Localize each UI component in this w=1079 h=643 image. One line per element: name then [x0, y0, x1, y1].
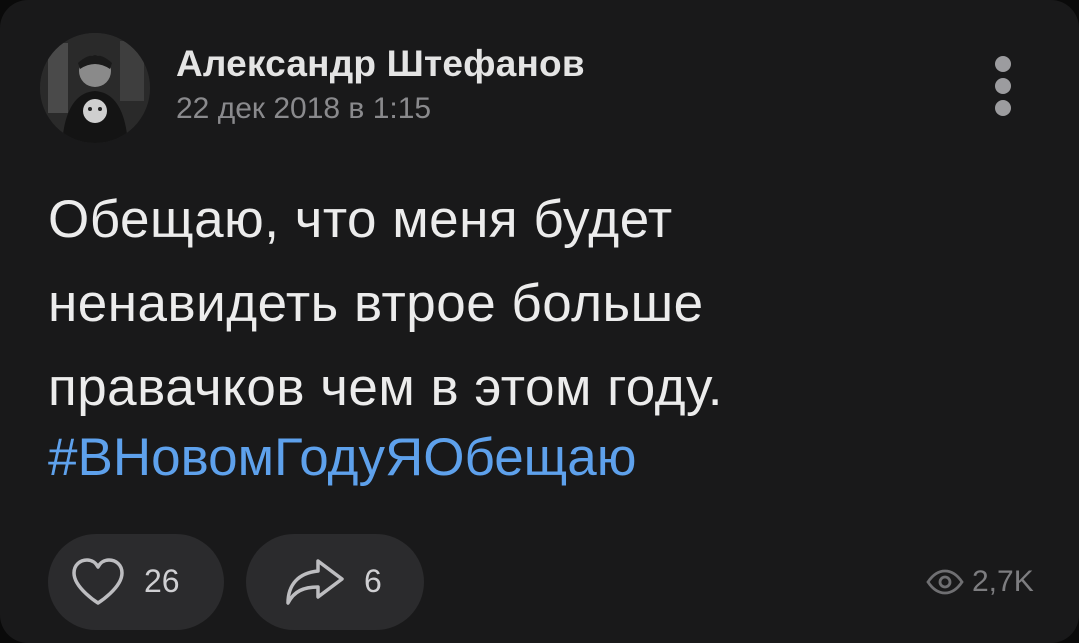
share-button[interactable]: 6 — [246, 534, 424, 630]
author-name[interactable]: Александр Штефанов — [176, 43, 585, 85]
post-date: 22 дек 2018 в 1:15 — [176, 92, 432, 125]
more-vertical-icon — [995, 56, 1011, 72]
post-card: Александр Штефанов 22 дек 2018 в 1:15 Об… — [0, 0, 1079, 643]
post-text-line: правачков чем в этом году. — [48, 358, 723, 417]
views-count: 2,7K — [972, 565, 1034, 598]
hashtag-link[interactable]: #ВНовомГодуЯОбещаю — [48, 428, 637, 488]
heart-icon — [72, 558, 124, 605]
post-text-line: Обещаю, что меня будет — [48, 190, 673, 249]
more-vertical-icon-dot — [995, 100, 1011, 116]
post-text: Обещаю, что меня будет ненавидеть втрое … — [48, 178, 1048, 430]
post-text-line: ненавидеть втрое больше — [48, 274, 704, 333]
share-arrow-icon — [286, 559, 344, 605]
like-button[interactable]: 26 — [48, 534, 224, 630]
more-vertical-icon-dot — [995, 78, 1011, 94]
author-avatar[interactable] — [40, 33, 150, 143]
more-options-button[interactable] — [985, 56, 1021, 116]
eye-icon — [926, 569, 964, 595]
avatar-photo — [40, 33, 150, 143]
share-count: 6 — [364, 563, 382, 599]
like-count: 26 — [144, 563, 180, 599]
